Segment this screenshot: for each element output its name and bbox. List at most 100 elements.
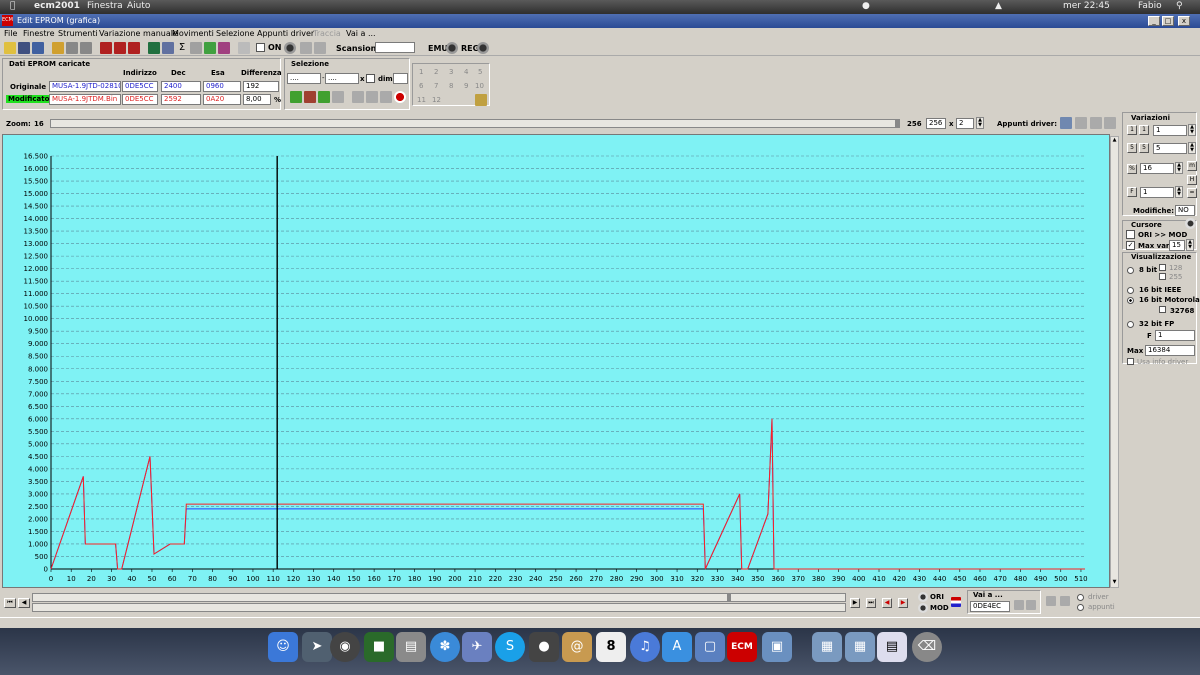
check-icon[interactable] [100, 42, 112, 54]
mod-label[interactable]: MOD [930, 604, 949, 612]
trash-icon[interactable] [314, 42, 326, 54]
modified-hex[interactable]: 0A20 [203, 94, 241, 105]
scroll-down-icon[interactable]: ▼ [1111, 579, 1118, 587]
radio-appunti[interactable] [1077, 604, 1084, 611]
selezione-end[interactable]: .... [325, 73, 359, 84]
dock-app-icon[interactable]: ■ [364, 632, 394, 662]
dock-skype-icon[interactable]: S [495, 632, 525, 662]
var-f-icon[interactable]: F [1127, 187, 1137, 197]
dock-calendar-icon[interactable]: 8 [596, 632, 626, 662]
menu-file[interactable]: File [4, 29, 17, 38]
sel-tool4-icon[interactable] [332, 91, 344, 103]
sel-tool2-icon[interactable] [304, 91, 316, 103]
apple-icon[interactable]:  [10, 1, 15, 11]
num-3[interactable]: 3 [449, 68, 453, 76]
clock[interactable]: mer 22:45 [1063, 1, 1110, 11]
var-field4[interactable]: 1 [1140, 187, 1174, 198]
ori-label[interactable]: ORI [930, 593, 944, 601]
chk-128[interactable] [1159, 264, 1166, 271]
dock-folder1-icon[interactable]: ▦ [812, 632, 842, 662]
dock-safari-icon[interactable]: ✽ [430, 632, 460, 662]
chart-vscroll[interactable]: ▲ ▼ [1110, 136, 1119, 588]
num-4[interactable]: 4 [464, 68, 468, 76]
menu-vai-a[interactable]: Vai a ... [346, 29, 376, 38]
dim-field[interactable] [393, 73, 408, 84]
usa-info-checkbox[interactable] [1127, 358, 1134, 365]
maximize-icon[interactable]: □ [1162, 16, 1174, 26]
dock-camera-icon[interactable]: ● [529, 632, 559, 662]
dock-trash-icon[interactable]: ⌫ [912, 632, 942, 662]
copy-icon[interactable] [18, 42, 30, 54]
ori-mod-checkbox[interactable] [1126, 230, 1135, 239]
num-6[interactable]: 6 [419, 82, 423, 90]
chk-32768[interactable] [1159, 306, 1166, 313]
emu-icon[interactable] [446, 42, 458, 54]
on-checkbox[interactable] [256, 43, 265, 52]
dock-doc-icon[interactable]: ▤ [877, 632, 907, 662]
modified-dec[interactable]: 2592 [161, 94, 201, 105]
red-prev-icon[interactable]: ◀ [882, 598, 892, 608]
zoom-mult[interactable]: 2 [956, 118, 974, 129]
mac-app-name[interactable]: ecm2001 [34, 1, 80, 11]
sel-tool6-icon[interactable] [366, 91, 378, 103]
modified-addr[interactable]: 0DE5CC [122, 94, 158, 105]
dock-disk-icon[interactable]: ▤ [396, 632, 426, 662]
wifi-icon[interactable]: ▲ [995, 1, 1002, 11]
menu-strumenti[interactable]: Strumenti [58, 29, 98, 38]
radio-16motorola[interactable] [1127, 297, 1134, 304]
menu-variazione-manuale[interactable]: Variazione manuale [99, 29, 178, 38]
open-icon[interactable] [4, 42, 16, 54]
var-m-icon[interactable]: m [1187, 161, 1197, 171]
vai-go1-icon[interactable] [1014, 600, 1024, 610]
menu-finestre[interactable]: Finestre [23, 29, 55, 38]
sel-tool7-icon[interactable] [380, 91, 392, 103]
window-icon[interactable] [238, 42, 250, 54]
swap2-icon[interactable] [1060, 596, 1070, 606]
radio-8bit[interactable] [1127, 267, 1134, 274]
clip3-icon[interactable] [1090, 117, 1102, 129]
max-var-checkbox[interactable]: ✓ [1126, 241, 1135, 250]
num-10[interactable]: 10 [475, 82, 484, 90]
print-icon[interactable] [190, 42, 202, 54]
reg-icon[interactable] [477, 42, 489, 54]
menu-traccia[interactable]: Traccia [313, 29, 341, 38]
grid-tool-icon[interactable] [475, 94, 487, 106]
dock-folder2-icon[interactable]: ▦ [845, 632, 875, 662]
original-hex[interactable]: 0960 [203, 81, 241, 92]
var-apply-icon[interactable]: = [1187, 188, 1197, 198]
zoom-spin[interactable]: ▲ ▼ [976, 117, 984, 129]
prev-icon[interactable]: ◀ [18, 598, 30, 608]
clip1-icon[interactable] [1060, 117, 1072, 129]
selezione-checkbox[interactable] [366, 74, 375, 83]
disabled2-icon[interactable] [80, 42, 92, 54]
var-h-icon[interactable]: H [1187, 175, 1197, 185]
num-2[interactable]: 2 [434, 68, 438, 76]
bluetooth-icon[interactable]: ● [862, 1, 870, 11]
first-icon[interactable]: ⏮ [4, 598, 16, 608]
var-spin3[interactable]: ▲ ▼ [1175, 162, 1183, 174]
sigma-icon[interactable]: Σ [176, 42, 188, 54]
zoom-slider[interactable] [50, 119, 900, 128]
chk-255[interactable] [1159, 273, 1166, 280]
var-field2[interactable]: 5 [1153, 143, 1187, 154]
chart-svg[interactable]: 05001.0001.5002.0002.5003.0003.5004.0004… [3, 135, 1111, 589]
folder-icon[interactable] [52, 42, 64, 54]
minimize-icon[interactable]: _ [1148, 16, 1160, 26]
lock-icon[interactable] [300, 42, 312, 54]
menu-selezione[interactable]: Selezione [216, 29, 254, 38]
dock-appstore-icon[interactable]: A [662, 632, 692, 662]
dock-ecm-icon[interactable]: ECM [727, 632, 757, 662]
user-name[interactable]: Fabio [1138, 1, 1162, 11]
dock-finder-icon[interactable]: ☺ [268, 632, 298, 662]
chart-area[interactable]: 0 500 1.000 1.500 2.000 2.500 3.000 3.500 4.000 4… [2, 134, 1110, 588]
cursore-target-icon[interactable] [1185, 218, 1196, 229]
sel-tool5-icon[interactable] [352, 91, 364, 103]
sel-tool1-icon[interactable] [290, 91, 302, 103]
var-field3[interactable]: 16 [1140, 163, 1174, 174]
disabled-icon[interactable] [66, 42, 78, 54]
red-next-icon[interactable]: ▶ [898, 598, 908, 608]
var-pct-icon[interactable]: % [1127, 164, 1137, 174]
sel-undo-icon[interactable] [394, 91, 406, 103]
emu-label[interactable]: EMU [428, 44, 448, 53]
vai-field[interactable]: 0DE4EC [970, 601, 1010, 612]
